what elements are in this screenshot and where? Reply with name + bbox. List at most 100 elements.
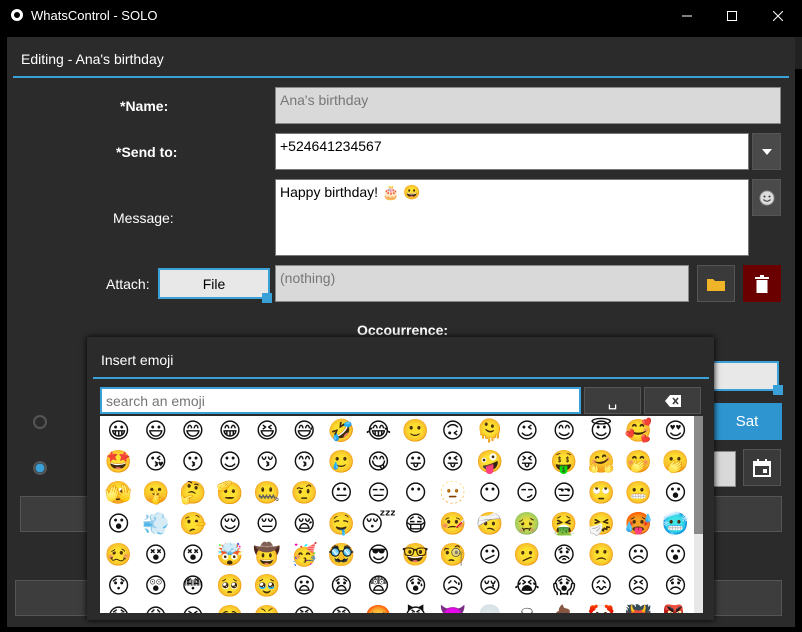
sendto-dropdown-button[interactable] bbox=[752, 133, 781, 170]
emoji-cell[interactable]: 😙 bbox=[286, 447, 323, 478]
emoji-cell[interactable]: 🤯 bbox=[211, 540, 248, 571]
emoji-cell[interactable]: 🤩 bbox=[100, 447, 137, 478]
occurrence-time-field[interactable] bbox=[710, 361, 779, 391]
emoji-cell[interactable]: 🫢 bbox=[657, 447, 694, 478]
emoji-cell[interactable]: 🤢 bbox=[508, 509, 545, 540]
emoji-cell[interactable]: 😒 bbox=[546, 478, 583, 509]
emoji-cell[interactable]: 😅 bbox=[286, 416, 323, 447]
emoji-cell[interactable]: 😦 bbox=[286, 571, 323, 602]
emoji-cell[interactable]: 🤥 bbox=[174, 509, 211, 540]
emoji-picker-button[interactable] bbox=[752, 179, 781, 216]
emoji-cell[interactable]: 😜 bbox=[434, 447, 471, 478]
emoji-cell[interactable]: 🥰 bbox=[620, 416, 657, 447]
emoji-cell[interactable]: 🙂 bbox=[397, 416, 434, 447]
emoji-cell[interactable]: 🤒 bbox=[434, 509, 471, 540]
emoji-cell[interactable]: 🤗 bbox=[583, 447, 620, 478]
emoji-cell[interactable]: 😣 bbox=[620, 571, 657, 602]
emoji-cell[interactable]: 😌 bbox=[211, 509, 248, 540]
emoji-cell[interactable]: 😩 bbox=[137, 602, 174, 613]
emoji-cell[interactable]: 😪 bbox=[286, 509, 323, 540]
emoji-cell[interactable]: 🤮 bbox=[546, 509, 583, 540]
emoji-cell[interactable]: 😨 bbox=[360, 571, 397, 602]
browse-folder-button[interactable] bbox=[697, 265, 735, 302]
emoji-cell[interactable]: 🤭 bbox=[620, 447, 657, 478]
emoji-cell[interactable]: 🫥 bbox=[434, 478, 471, 509]
emoji-cell[interactable]: 😝 bbox=[508, 447, 545, 478]
emoji-cell[interactable]: 😴 bbox=[360, 509, 397, 540]
minimize-button[interactable] bbox=[664, 0, 710, 31]
emoji-cell[interactable]: 🤣 bbox=[323, 416, 360, 447]
emoji-cell[interactable]: 😘 bbox=[137, 447, 174, 478]
emoji-cell[interactable]: 🥳 bbox=[286, 540, 323, 571]
emoji-cell[interactable]: 🙄 bbox=[583, 478, 620, 509]
file-button[interactable]: File bbox=[158, 268, 270, 299]
emoji-cell[interactable]: 🤕 bbox=[471, 509, 508, 540]
emoji-cell[interactable]: 😆 bbox=[249, 416, 286, 447]
emoji-search-input[interactable] bbox=[100, 387, 581, 414]
emoji-cell[interactable]: 😶 bbox=[471, 478, 508, 509]
day-toggle-sat[interactable]: Sat bbox=[712, 403, 782, 440]
emoji-cell[interactable]: 🤑 bbox=[546, 447, 583, 478]
emoji-cell[interactable]: 🫣 bbox=[100, 478, 137, 509]
message-field[interactable]: Happy birthday! 🎂 😀 bbox=[275, 179, 749, 256]
emoji-cell[interactable]: 😓 bbox=[100, 602, 137, 613]
emoji-cell[interactable]: 🤪 bbox=[471, 447, 508, 478]
emoji-cell[interactable]: 😟 bbox=[546, 540, 583, 571]
emoji-cell[interactable]: 🤓 bbox=[397, 540, 434, 571]
emoji-cell[interactable]: 😰 bbox=[397, 571, 434, 602]
emoji-cell[interactable]: 😇 bbox=[583, 416, 620, 447]
emoji-cell[interactable]: 😈 bbox=[397, 602, 434, 613]
emoji-cell[interactable]: 🤨 bbox=[286, 478, 323, 509]
emoji-backspace-button[interactable] bbox=[644, 387, 701, 414]
emoji-cell[interactable]: 😤 bbox=[249, 602, 286, 613]
emoji-cell[interactable]: 😔 bbox=[249, 509, 286, 540]
sendto-field[interactable]: +524641234567 bbox=[275, 133, 749, 170]
emoji-cell[interactable]: 🤧 bbox=[583, 509, 620, 540]
emoji-cell[interactable]: 🧐 bbox=[434, 540, 471, 571]
attachment-field[interactable]: (nothing) bbox=[275, 265, 689, 302]
bottom-right-button-area[interactable] bbox=[712, 580, 782, 616]
emoji-cell[interactable]: 🫤 bbox=[508, 540, 545, 571]
emoji-cell[interactable]: 😢 bbox=[471, 571, 508, 602]
emoji-cell[interactable]: ☠ bbox=[508, 602, 545, 613]
emoji-cell[interactable]: 😚 bbox=[249, 447, 286, 478]
emoji-cell[interactable]: 👹 bbox=[620, 602, 657, 613]
emoji-cell[interactable]: 🫠 bbox=[471, 416, 508, 447]
emoji-cell[interactable]: 😁 bbox=[211, 416, 248, 447]
emoji-scrollbar-thumb[interactable] bbox=[694, 416, 703, 534]
emoji-cell[interactable]: 😭 bbox=[508, 571, 545, 602]
emoji-cell[interactable]: 🤐 bbox=[249, 478, 286, 509]
save-button-area[interactable] bbox=[712, 496, 782, 532]
emoji-cell[interactable]: 🤫 bbox=[137, 478, 174, 509]
emoji-cell[interactable]: 🫡 bbox=[211, 478, 248, 509]
emoji-cell[interactable]: ☺ bbox=[211, 447, 248, 478]
emoji-cell[interactable]: 😐 bbox=[323, 478, 360, 509]
emoji-cell[interactable]: 😍 bbox=[657, 416, 694, 447]
occurrence-radio-1[interactable] bbox=[33, 415, 47, 429]
bottom-button-area[interactable] bbox=[15, 580, 90, 616]
emoji-cell[interactable]: 😫 bbox=[174, 602, 211, 613]
emoji-cell[interactable]: 🥱 bbox=[211, 602, 248, 613]
emoji-cell[interactable]: 😮 bbox=[100, 509, 137, 540]
emoji-cell[interactable]: 😊 bbox=[546, 416, 583, 447]
left-button-area[interactable] bbox=[20, 496, 90, 532]
emoji-cell[interactable]: 😮 bbox=[657, 540, 694, 571]
emoji-cell[interactable]: 😂 bbox=[360, 416, 397, 447]
emoji-cell[interactable]: 😛 bbox=[397, 447, 434, 478]
emoji-cell[interactable]: 🥴 bbox=[100, 540, 137, 571]
emoji-cell[interactable]: 😶 bbox=[397, 478, 434, 509]
date-field[interactable] bbox=[712, 451, 736, 487]
emoji-cell[interactable]: 😄 bbox=[174, 416, 211, 447]
emoji-cell[interactable]: 😱 bbox=[546, 571, 583, 602]
emoji-cell[interactable]: 😷 bbox=[397, 509, 434, 540]
emoji-cell[interactable]: 🥸 bbox=[323, 540, 360, 571]
emoji-cell[interactable]: 😉 bbox=[508, 416, 545, 447]
emoji-cell[interactable]: 🥹 bbox=[249, 571, 286, 602]
emoji-cell[interactable]: 😑 bbox=[360, 478, 397, 509]
emoji-cell[interactable]: 😕 bbox=[471, 540, 508, 571]
emoji-cell[interactable]: 😬 bbox=[620, 478, 657, 509]
emoji-cell[interactable]: 😳 bbox=[174, 571, 211, 602]
emoji-cell[interactable]: 😖 bbox=[583, 571, 620, 602]
name-field[interactable]: Ana's birthday bbox=[275, 87, 781, 124]
emoji-cell[interactable]: 🤠 bbox=[249, 540, 286, 571]
